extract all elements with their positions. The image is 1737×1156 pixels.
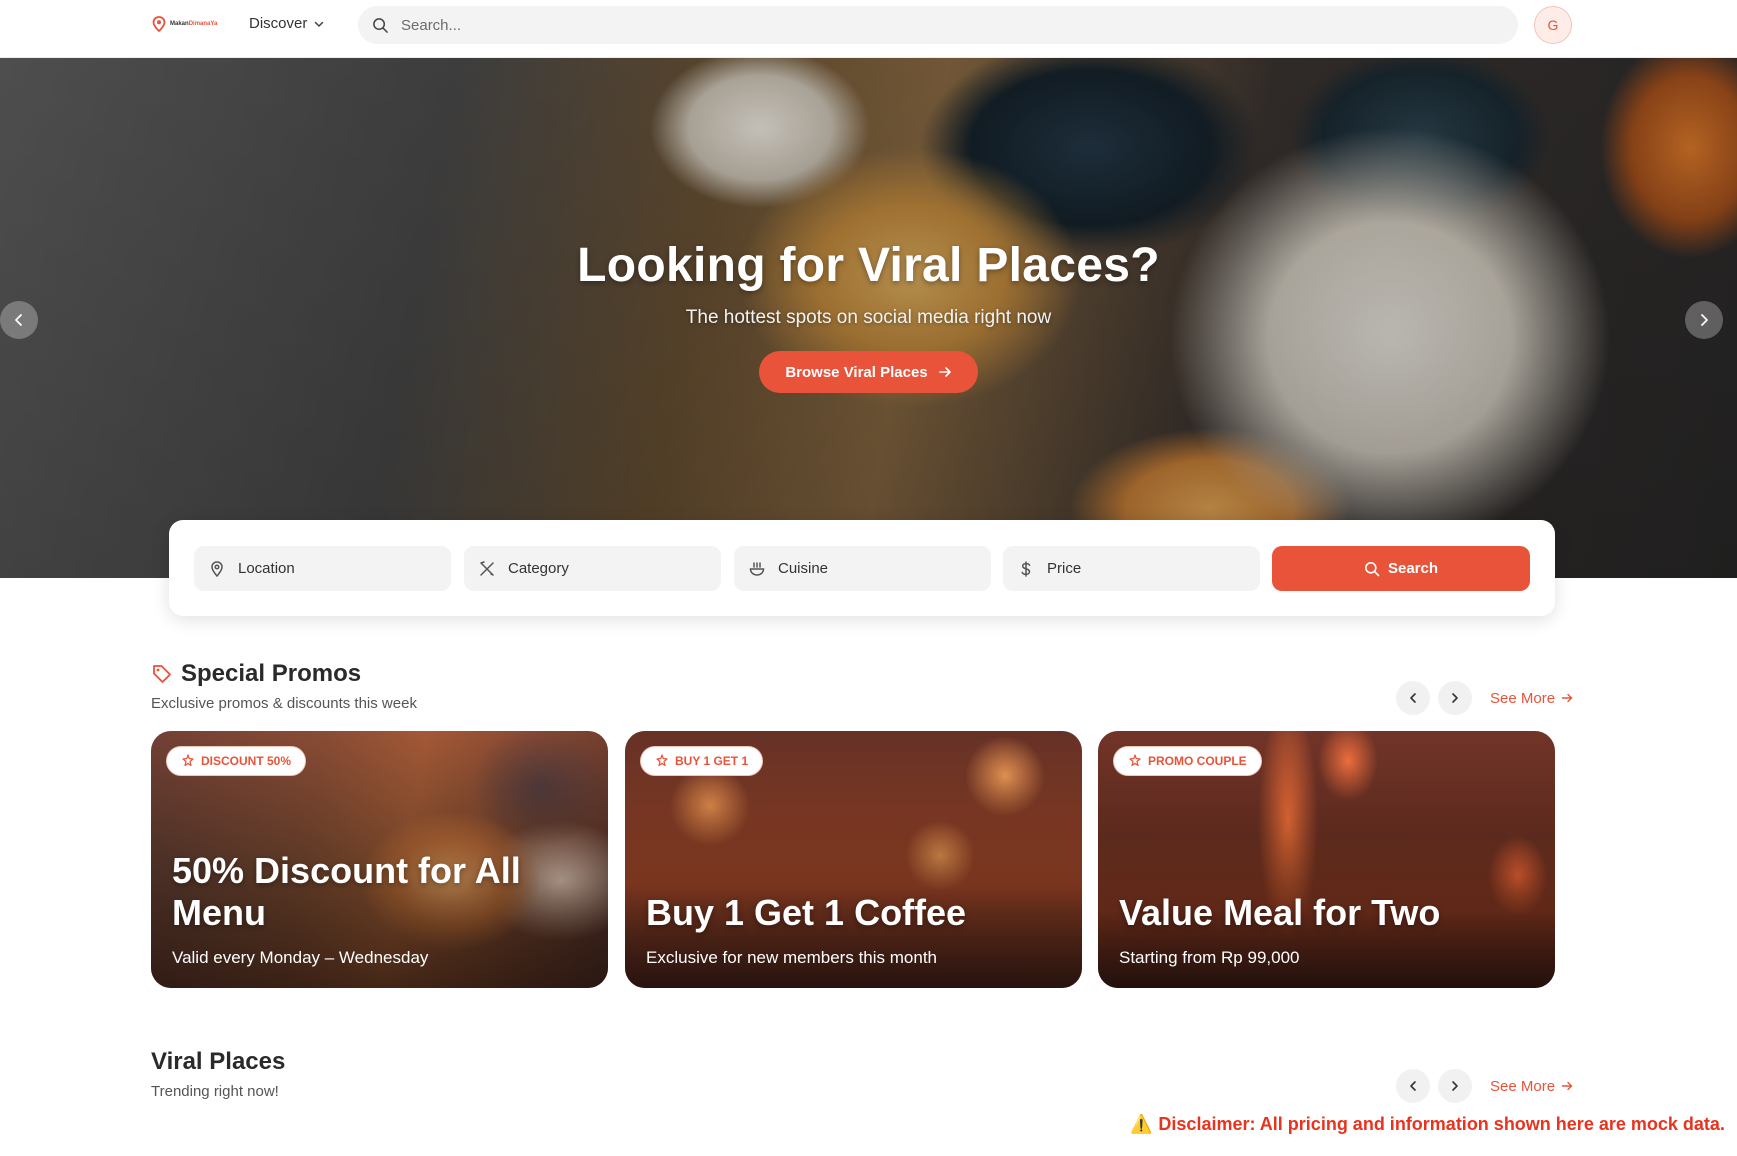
filter-panel: Location Category Cuisine Price Search [169, 520, 1555, 616]
arrow-right-icon [938, 367, 951, 377]
promo-badge-label: PROMO COUPLE [1148, 754, 1247, 768]
promo-badge-label: DISCOUNT 50% [201, 754, 292, 768]
arrow-right-icon [1561, 1081, 1573, 1091]
promo-badge: DISCOUNT 50% [166, 746, 307, 776]
search-icon [373, 17, 388, 33]
viral-prev-button[interactable] [1396, 1069, 1430, 1103]
browse-viral-places-label: Browse Viral Places [785, 363, 928, 381]
chevron-right-icon [1701, 314, 1708, 326]
viral-places-subtitle: Trending right now! [151, 1083, 279, 1100]
promo-card-title: Buy 1 Get 1 Coffee [646, 892, 967, 933]
browse-viral-places-button[interactable]: Browse Viral Places [759, 351, 978, 393]
cuisine-filter[interactable]: Cuisine [734, 546, 991, 591]
location-filter[interactable]: Location [194, 546, 451, 591]
viral-see-more-link[interactable]: See More [1490, 1078, 1573, 1095]
promos-next-button[interactable] [1438, 681, 1472, 715]
location-filter-label: Location [238, 560, 295, 577]
promo-badge-label: BUY 1 GET 1 [675, 754, 749, 768]
cuisine-filter-label: Cuisine [778, 560, 829, 577]
promo-card-title: Value Meal for Two [1119, 892, 1441, 933]
global-search-bar[interactable] [358, 6, 1518, 44]
promo-badge: PROMO COUPLE [1113, 746, 1262, 776]
hero-title: Looking for Viral Places? [577, 239, 1160, 292]
chevron-down-icon [315, 21, 324, 27]
chevron-right-icon [1452, 693, 1458, 703]
hero-banner: Looking for Viral Places? The hottest sp… [0, 58, 1737, 578]
promo-card-title: 50% Discount for All Menu [172, 850, 521, 933]
promo-card-subtitle: Starting from Rp 99,000 [1119, 948, 1300, 967]
promos-see-more-label: See More [1490, 689, 1556, 707]
viral-see-more-label: See More [1490, 1077, 1556, 1095]
search-icon [1364, 561, 1380, 576]
viral-next-button[interactable] [1438, 1069, 1472, 1103]
category-filter-label: Category [508, 560, 569, 577]
discover-dropdown[interactable]: Discover [249, 15, 325, 32]
arrow-right-icon [1561, 693, 1573, 703]
chevron-left-icon [1410, 693, 1416, 703]
global-search-input[interactable] [401, 16, 1481, 34]
brand-name: MakanDimanaYa [170, 21, 218, 27]
promo-card-subtitle: Exclusive for new members this month [646, 948, 937, 967]
promo-card-subtitle: Valid every Monday – Wednesday [172, 948, 429, 967]
filter-search-button[interactable]: Search [1272, 546, 1530, 591]
discover-label: Discover [249, 15, 308, 32]
warning-icon: ⚠️ [1130, 1114, 1153, 1134]
bowl-icon [749, 561, 765, 576]
hero-content: Looking for Viral Places? The hottest sp… [0, 58, 1737, 393]
special-promos-title: Special Promos [181, 660, 362, 687]
brand-logo[interactable]: MakanDimanaYa [152, 16, 217, 32]
disclaimer-text: Disclaimer: All pricing and information … [1158, 1114, 1725, 1134]
chevron-left-icon [15, 314, 22, 326]
promos-see-more-link[interactable]: See More [1490, 690, 1573, 707]
promos-carousel-nav: See More [1396, 681, 1573, 715]
utensils-crossed-icon [480, 560, 494, 576]
hero-next-button[interactable] [1685, 301, 1723, 339]
chevron-left-icon [1410, 1081, 1416, 1091]
dollar-icon [1021, 560, 1031, 577]
chevron-right-icon [1452, 1081, 1458, 1091]
tag-icon [153, 665, 171, 683]
promos-prev-button[interactable] [1396, 681, 1430, 715]
viral-carousel-nav: See More [1396, 1069, 1573, 1103]
sparkle-tag-icon [1129, 754, 1141, 767]
sparkle-tag-icon [182, 754, 194, 767]
special-promos-subtitle: Exclusive promos & discounts this week [151, 695, 417, 712]
map-pin-icon [211, 560, 223, 577]
hero-subtitle: The hottest spots on social media right … [685, 307, 1052, 328]
promo-badge: BUY 1 GET 1 [640, 746, 764, 776]
promo-card[interactable]: PROMO COUPLE Value Meal for Two Starting… [1098, 731, 1555, 988]
user-avatar[interactable]: G [1534, 6, 1572, 44]
hero-prev-button[interactable] [0, 301, 38, 339]
promo-card[interactable]: DISCOUNT 50% 50% Discount for All Menu V… [151, 731, 608, 988]
map-pin-logo-icon [152, 16, 166, 32]
category-filter[interactable]: Category [464, 546, 721, 591]
top-navbar: MakanDimanaYa Discover G [0, 0, 1737, 58]
price-filter-label: Price [1047, 560, 1082, 577]
special-promos-header: Special Promos [151, 660, 361, 688]
promo-card[interactable]: BUY 1 GET 1 Buy 1 Get 1 Coffee Exclusive… [625, 731, 1082, 988]
sparkle-tag-icon [656, 754, 668, 767]
price-filter[interactable]: Price [1003, 546, 1260, 591]
filter-search-label: Search [1387, 560, 1439, 577]
viral-places-header: Viral Places [151, 1048, 285, 1076]
mock-data-disclaimer: ⚠️ Disclaimer: All pricing and informati… [1130, 1114, 1725, 1135]
viral-places-title: Viral Places [151, 1048, 286, 1075]
